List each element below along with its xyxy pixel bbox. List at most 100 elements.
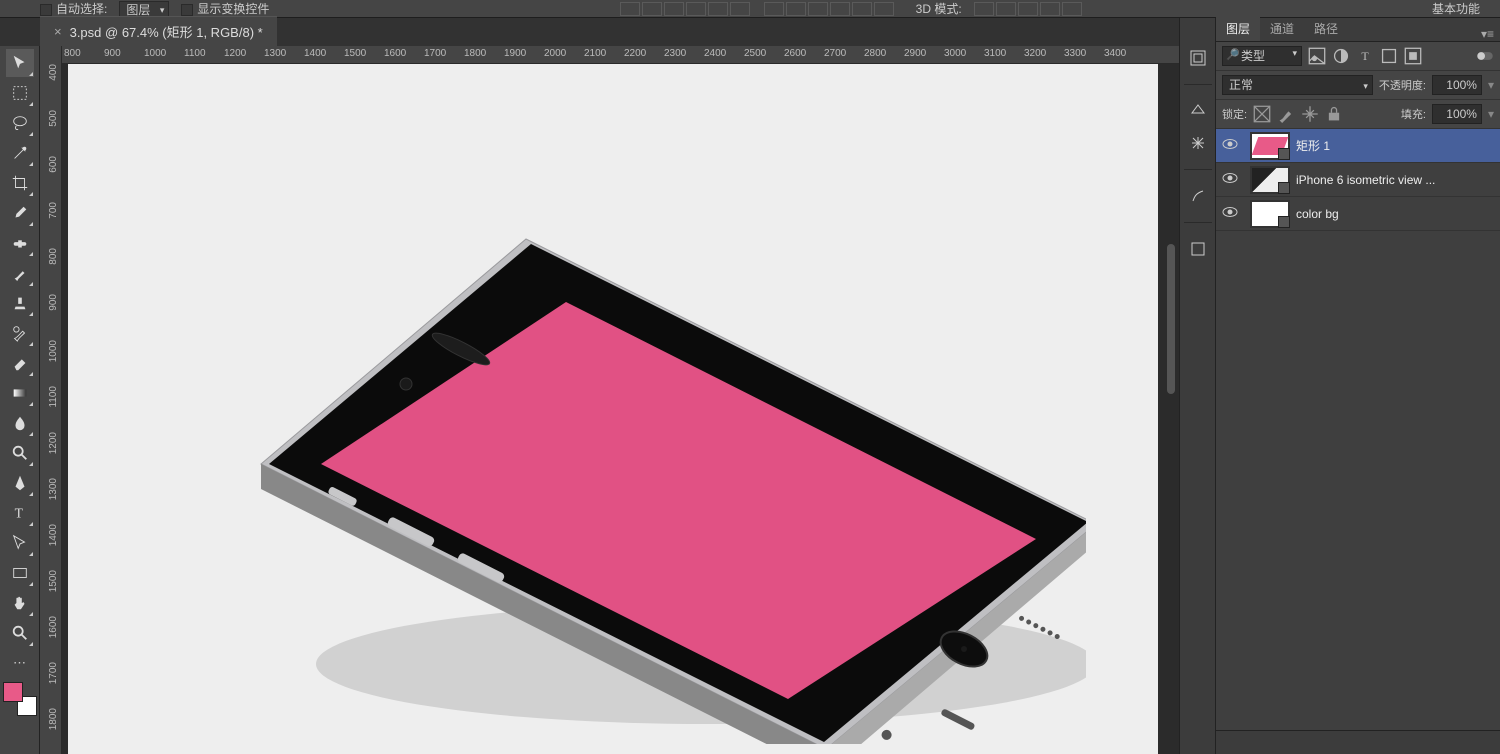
- swatches-panel-icon[interactable]: [1186, 131, 1210, 155]
- rectangle-tool[interactable]: [6, 559, 34, 587]
- canvas-scrollbar[interactable]: [1167, 64, 1175, 754]
- mode3d-icon[interactable]: [974, 2, 994, 16]
- hand-tool[interactable]: [6, 589, 34, 617]
- distribute-icon[interactable]: [808, 2, 828, 16]
- foreground-color[interactable]: [3, 682, 23, 702]
- filter-type-icon[interactable]: T: [1356, 47, 1374, 65]
- mode3d-icon[interactable]: [1018, 2, 1038, 16]
- canvas-area[interactable]: [62, 64, 1179, 754]
- layer-row[interactable]: iPhone 6 isometric view ...: [1216, 163, 1500, 197]
- distribute-icon[interactable]: [852, 2, 872, 16]
- close-icon[interactable]: ×: [54, 24, 62, 39]
- layer-row[interactable]: 矩形 1: [1216, 129, 1500, 163]
- horizontal-ruler[interactable]: 8009001000110012001300140015001600170018…: [62, 46, 1179, 64]
- eraser-tool[interactable]: [6, 349, 34, 377]
- ruler-tick-label: 1600: [48, 616, 59, 638]
- layer-thumbnail[interactable]: [1250, 166, 1290, 194]
- lock-image-icon[interactable]: [1277, 105, 1295, 123]
- blur-tool[interactable]: [6, 409, 34, 437]
- mode3d-icon[interactable]: [1062, 2, 1082, 16]
- lock-all-icon[interactable]: [1325, 105, 1343, 123]
- align-icon[interactable]: [730, 2, 750, 16]
- auto-select-checkbox[interactable]: [40, 4, 52, 16]
- align-icon[interactable]: [708, 2, 728, 16]
- distribute-icon[interactable]: [786, 2, 806, 16]
- color-swatches[interactable]: [3, 682, 37, 716]
- layer-name[interactable]: 矩形 1: [1296, 137, 1494, 154]
- mode3d-icon[interactable]: [1040, 2, 1060, 16]
- ruler-tick-label: 800: [64, 48, 81, 59]
- opacity-label: 不透明度:: [1379, 77, 1426, 93]
- lock-trans-icon[interactable]: [1253, 105, 1271, 123]
- layers-panel: 图层 通道 路径 ▾≡ 类型 T 正常 不透明度: 100% ▾ 锁定:: [1216, 18, 1500, 754]
- layer-name[interactable]: color bg: [1296, 207, 1494, 221]
- layer-name[interactable]: iPhone 6 isometric view ...: [1296, 173, 1494, 187]
- show-transform-checkbox[interactable]: [181, 4, 193, 16]
- filter-toggle[interactable]: [1476, 47, 1494, 65]
- crop-tool[interactable]: [6, 169, 34, 197]
- blend-mode-select[interactable]: 正常: [1222, 75, 1373, 95]
- ruler-tick-label: 700: [48, 202, 59, 219]
- scrollbar-thumb[interactable]: [1167, 244, 1175, 394]
- ruler-tick-label: 2200: [624, 48, 646, 59]
- path-select-tool[interactable]: [6, 529, 34, 557]
- layer-row[interactable]: color bg: [1216, 197, 1500, 231]
- filter-shape-icon[interactable]: [1380, 47, 1398, 65]
- svg-text:T: T: [14, 506, 23, 521]
- zoom-tool[interactable]: [6, 619, 34, 647]
- ruler-tick-label: 3100: [984, 48, 1006, 59]
- eyedropper-tool[interactable]: [6, 199, 34, 227]
- visibility-toggle[interactable]: [1216, 170, 1244, 189]
- history-panel-icon[interactable]: [1186, 46, 1210, 70]
- layer-thumbnail[interactable]: [1250, 200, 1290, 228]
- vertical-ruler[interactable]: 4005006007008009001000110012001300140015…: [40, 46, 62, 754]
- auto-select-target-combo[interactable]: 图层: [119, 1, 169, 17]
- align-icon[interactable]: [642, 2, 662, 16]
- history-brush-tool[interactable]: [6, 319, 34, 347]
- dodge-tool[interactable]: [6, 439, 34, 467]
- mode3d-icon[interactable]: [996, 2, 1016, 16]
- align-icon[interactable]: [664, 2, 684, 16]
- pen-tool[interactable]: [6, 469, 34, 497]
- styles-panel-icon[interactable]: [1186, 237, 1210, 261]
- ruler-tick-label: 1800: [48, 708, 59, 730]
- document-tab[interactable]: × 3.psd @ 67.4% (矩形 1, RGB/8) *: [40, 16, 277, 46]
- workspace-label[interactable]: 基本功能: [1432, 0, 1480, 17]
- clone-stamp-tool[interactable]: [6, 289, 34, 317]
- lasso-tool[interactable]: [6, 109, 34, 137]
- align-icon[interactable]: [686, 2, 706, 16]
- color-panel-icon[interactable]: [1186, 99, 1210, 123]
- filter-adjust-icon[interactable]: [1332, 47, 1350, 65]
- adjustments-panel-icon[interactable]: [1186, 184, 1210, 208]
- panel-menu-icon[interactable]: ▾≡: [1475, 27, 1500, 41]
- distribute-icon[interactable]: [830, 2, 850, 16]
- rect-marquee-tool[interactable]: [6, 79, 34, 107]
- magic-wand-tool[interactable]: [6, 139, 34, 167]
- opacity-input[interactable]: 100%: [1432, 75, 1482, 95]
- align-icon[interactable]: [620, 2, 640, 16]
- gradient-tool[interactable]: [6, 379, 34, 407]
- lock-position-icon[interactable]: [1301, 105, 1319, 123]
- healing-brush-tool[interactable]: [6, 229, 34, 257]
- visibility-toggle[interactable]: [1216, 136, 1244, 155]
- filter-pixel-icon[interactable]: [1308, 47, 1326, 65]
- document-canvas[interactable]: [68, 64, 1158, 754]
- ruler-tick-label: 2500: [744, 48, 766, 59]
- edit-toolbar[interactable]: ⋯: [6, 649, 34, 677]
- filter-smart-icon[interactable]: [1404, 47, 1422, 65]
- tab-channels[interactable]: 通道: [1260, 16, 1304, 41]
- visibility-toggle[interactable]: [1216, 204, 1244, 223]
- type-tool[interactable]: T: [6, 499, 34, 527]
- layer-thumbnail[interactable]: [1250, 132, 1290, 160]
- distribute-icon[interactable]: [764, 2, 784, 16]
- distribute-icon[interactable]: [874, 2, 894, 16]
- brush-tool[interactable]: [6, 259, 34, 287]
- tab-layers[interactable]: 图层: [1216, 16, 1260, 41]
- ruler-tick-label: 2800: [864, 48, 886, 59]
- layer-filter-kind[interactable]: 类型: [1222, 46, 1302, 66]
- fill-input[interactable]: 100%: [1432, 104, 1482, 124]
- layers-panel-footer: [1216, 730, 1500, 754]
- move-tool[interactable]: [6, 49, 34, 77]
- ruler-tick-label: 1700: [48, 662, 59, 684]
- tab-paths[interactable]: 路径: [1304, 16, 1348, 41]
